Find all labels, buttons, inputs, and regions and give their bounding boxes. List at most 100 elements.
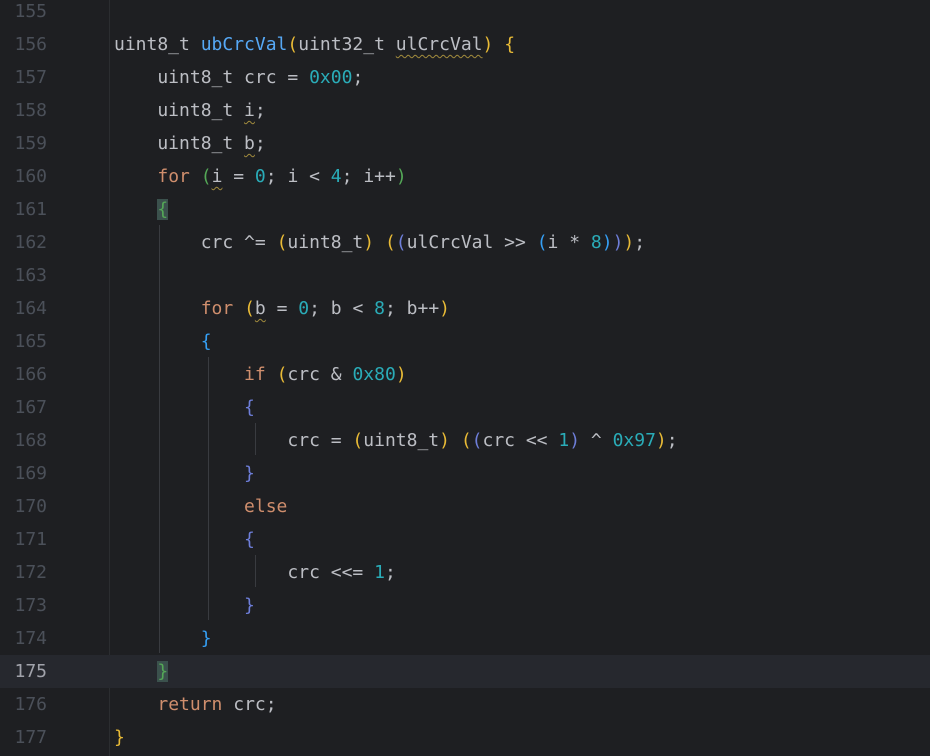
code-token: ; b < bbox=[309, 298, 375, 319]
code-line[interactable]: 160 for (i = 0; i < 4; i++) bbox=[0, 160, 930, 193]
code-token: ; i < bbox=[265, 166, 331, 187]
code-token: 1 bbox=[558, 430, 570, 451]
line-number[interactable]: 174 bbox=[0, 622, 47, 655]
line-number[interactable]: 169 bbox=[0, 457, 47, 490]
code-token: ( bbox=[276, 232, 288, 253]
code-token: ( bbox=[352, 430, 364, 451]
code-line[interactable]: 167 { bbox=[0, 391, 930, 424]
code-token: ) bbox=[655, 430, 667, 451]
code-line[interactable]: 171 { bbox=[0, 523, 930, 556]
line-number[interactable]: 159 bbox=[0, 127, 47, 160]
code-text[interactable]: } bbox=[114, 655, 169, 688]
code-text[interactable]: } bbox=[114, 721, 125, 754]
code-token: crc; bbox=[222, 694, 277, 715]
code-editor[interactable]: 155 156 uint8_t ubCrcVal(uint32_t ulCrcVal… bbox=[0, 0, 930, 756]
line-number[interactable]: 172 bbox=[0, 556, 47, 589]
code-line[interactable]: 162 crc ^= (uint8_t) ((ulCrcVal >> (i * … bbox=[0, 226, 930, 259]
line-number[interactable]: 177 bbox=[0, 721, 47, 754]
code-text[interactable]: { bbox=[114, 193, 169, 226]
code-token: for bbox=[157, 166, 190, 187]
line-number[interactable]: 165 bbox=[0, 325, 47, 358]
code-token: = bbox=[222, 166, 255, 187]
code-line[interactable]: 176 return crc; bbox=[0, 688, 930, 721]
code-text[interactable]: for (i = 0; i < 4; i++) bbox=[114, 160, 406, 193]
code-token: ulCrcVal >> bbox=[406, 232, 537, 253]
code-line[interactable]: 172 crc <<= 1; bbox=[0, 556, 930, 589]
code-line[interactable]: 158 uint8_t i; bbox=[0, 94, 930, 127]
code-text[interactable]: return crc; bbox=[114, 688, 277, 721]
code-token: i bbox=[244, 100, 255, 121]
code-token: 8 bbox=[374, 298, 385, 319]
code-line[interactable]: 157 uint8_t crc = 0x00; bbox=[0, 61, 930, 94]
code-text[interactable]: uint8_t crc = 0x00; bbox=[114, 61, 363, 94]
line-number[interactable]: 158 bbox=[0, 94, 47, 127]
line-number[interactable]: 176 bbox=[0, 688, 47, 721]
code-line[interactable]: 165 { bbox=[0, 325, 930, 358]
code-token: for bbox=[200, 298, 234, 319]
code-line[interactable]: 173 } bbox=[0, 589, 930, 622]
code-text[interactable]: uint8_t ubCrcVal(uint32_t ulCrcVal) { bbox=[114, 28, 515, 61]
code-line[interactable]: 163 bbox=[0, 259, 930, 292]
code-line[interactable]: 170 else bbox=[0, 490, 930, 523]
code-text[interactable]: { bbox=[114, 325, 212, 358]
line-number[interactable]: 160 bbox=[0, 160, 47, 193]
line-number[interactable]: 170 bbox=[0, 490, 47, 523]
code-text[interactable]: } bbox=[114, 622, 212, 655]
code-text[interactable]: } bbox=[114, 457, 255, 490]
code-line[interactable]: 175 } bbox=[0, 655, 930, 688]
code-text[interactable]: for (b = 0; b < 8; b++) bbox=[114, 292, 450, 325]
code-text[interactable]: else bbox=[114, 490, 287, 523]
code-line[interactable]: 159 uint8_t b; bbox=[0, 127, 930, 160]
code-token: ) bbox=[439, 298, 451, 319]
code-token: b bbox=[254, 298, 266, 319]
code-text[interactable]: crc <<= 1; bbox=[114, 556, 395, 589]
code-line[interactable]: 169 } bbox=[0, 457, 930, 490]
code-token: { bbox=[244, 397, 255, 418]
code-line[interactable]: 156 uint8_t ubCrcVal(uint32_t ulCrcVal) { bbox=[0, 28, 930, 61]
code-line[interactable]: 166 if (crc & 0x80) bbox=[0, 358, 930, 391]
line-number[interactable]: 173 bbox=[0, 589, 47, 622]
line-number[interactable]: 168 bbox=[0, 424, 47, 457]
code-line[interactable]: 155 bbox=[0, 0, 930, 28]
line-number[interactable]: 161 bbox=[0, 193, 47, 226]
code-line[interactable]: 161 { bbox=[0, 193, 930, 226]
line-number[interactable]: 163 bbox=[0, 259, 47, 292]
code-token: 0x80 bbox=[352, 364, 396, 385]
line-number[interactable]: 156 bbox=[0, 28, 47, 61]
line-number[interactable]: 155 bbox=[0, 0, 47, 28]
line-number[interactable]: 175 bbox=[0, 655, 47, 688]
code-token: { bbox=[504, 34, 516, 55]
code-text[interactable]: uint8_t i; bbox=[114, 94, 265, 127]
code-token: ( bbox=[244, 298, 255, 319]
code-text[interactable]: crc ^= (uint8_t) ((ulCrcVal >> (i * 8)))… bbox=[114, 226, 645, 259]
code-line[interactable]: 164 for (b = 0; b < 8; b++) bbox=[0, 292, 930, 325]
code-token: { bbox=[244, 529, 255, 550]
code-line[interactable]: 168 crc = (uint8_t) ((crc << 1) ^ 0x97); bbox=[0, 424, 930, 457]
code-token: } bbox=[244, 463, 255, 484]
line-number[interactable]: 171 bbox=[0, 523, 47, 556]
code-text[interactable]: { bbox=[114, 391, 255, 424]
code-text[interactable]: if (crc & 0x80) bbox=[114, 358, 407, 391]
code-line[interactable]: 174 } bbox=[0, 622, 930, 655]
code-token: { bbox=[200, 331, 212, 352]
code-text[interactable]: { bbox=[114, 523, 255, 556]
code-token: else bbox=[244, 496, 288, 517]
line-number[interactable]: 164 bbox=[0, 292, 47, 325]
line-number[interactable]: 162 bbox=[0, 226, 47, 259]
code-token: ) bbox=[612, 232, 624, 253]
line-number[interactable]: 167 bbox=[0, 391, 47, 424]
code-text[interactable]: crc = (uint8_t) ((crc << 1) ^ 0x97); bbox=[114, 424, 677, 457]
line-number[interactable]: 166 bbox=[0, 358, 47, 391]
code-token: ) bbox=[569, 430, 581, 451]
code-text[interactable]: } bbox=[114, 589, 255, 622]
line-number[interactable]: 157 bbox=[0, 61, 47, 94]
code-text[interactable]: uint8_t b; bbox=[114, 127, 265, 160]
code-token: } bbox=[114, 727, 125, 748]
code-line[interactable]: 177} bbox=[0, 721, 930, 754]
